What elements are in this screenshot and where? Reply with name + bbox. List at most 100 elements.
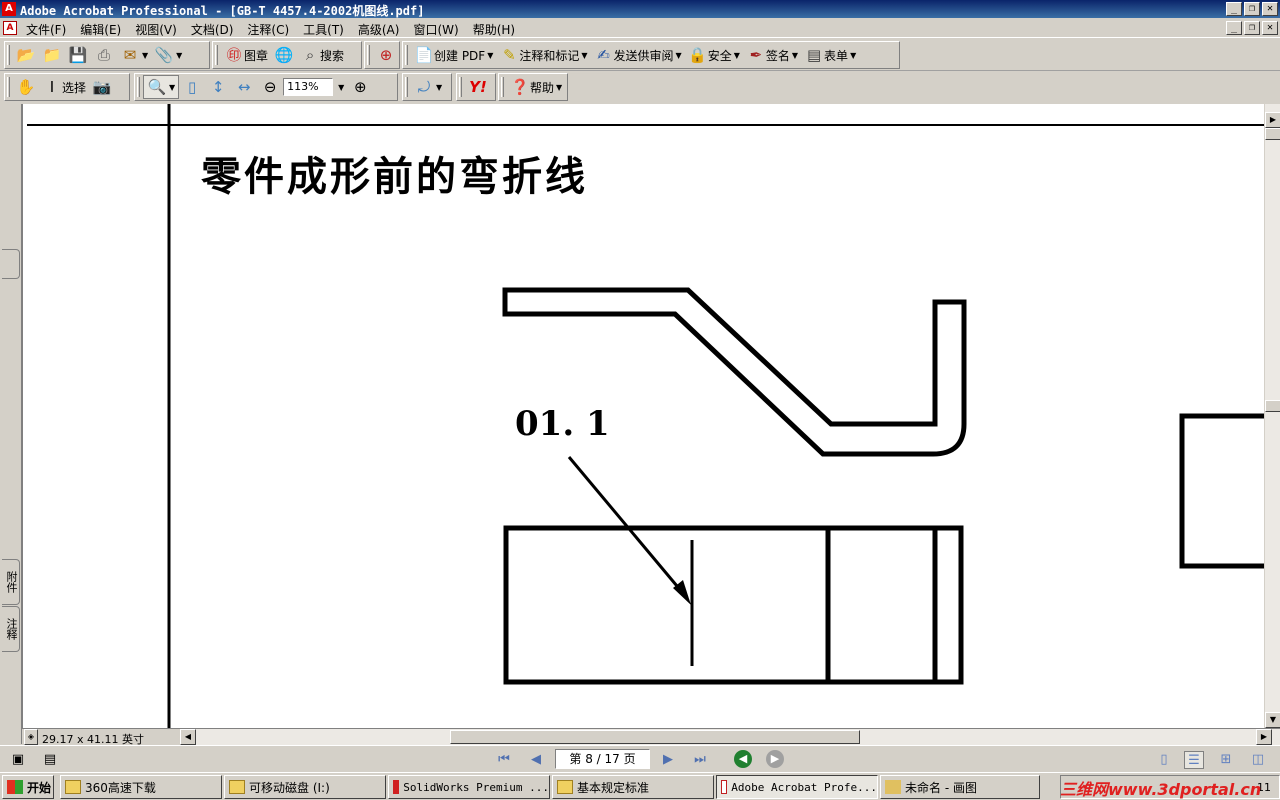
partial-figure	[1179, 413, 1264, 569]
doc-close-button[interactable]: ✕	[1262, 21, 1278, 35]
zoom-dropdown[interactable]: ▼	[333, 75, 347, 99]
fit-width-button[interactable]: ↔	[231, 75, 257, 99]
task-solidworks[interactable]: SolidWorks Premium ...	[388, 775, 550, 799]
close-button[interactable]: ✕	[1262, 2, 1278, 16]
scroll-down-icon[interactable]: ▼	[1265, 712, 1280, 728]
chevron-down-icon: ▼	[733, 50, 740, 60]
print-button[interactable]: ⎙	[91, 43, 117, 67]
doc-restore-button[interactable]: ❐	[1244, 21, 1260, 35]
back-icon[interactable]: ◀	[734, 750, 752, 768]
horizontal-scrollbar[interactable]: ◀ ▶	[180, 729, 1280, 745]
open-button[interactable]: 📂	[13, 43, 39, 67]
menu-help[interactable]: 帮助(H)	[473, 21, 522, 38]
hand-tool-button[interactable]: ✋	[13, 75, 39, 99]
web-button[interactable]: 🌐	[271, 43, 297, 67]
email-icon: ✉	[123, 46, 137, 64]
folder-icon	[229, 780, 245, 794]
facing-icon[interactable]: ⊞	[1216, 751, 1236, 769]
task-paint[interactable]: 未命名 - 画图	[880, 775, 1040, 799]
menu-file[interactable]: 文件(F)	[26, 21, 73, 38]
adobe-online-button[interactable]: ⊕	[373, 43, 399, 67]
zoom-in-button[interactable]: ⊕	[347, 75, 373, 99]
tasks-toolbar: 📄 创建 PDF ▼ ✎ 注释和标记 ▼ ✍ 发送供审阅 ▼ 🔒 安全 ▼ ✒ 签名 ▼ ▤ 表单 ▼	[402, 41, 900, 69]
menu-tools[interactable]: 工具(T)	[303, 21, 351, 38]
page-number-field[interactable]: 第 8 / 17 页	[555, 749, 650, 769]
select-tool-button[interactable]: Ⅰ 选择	[39, 75, 89, 99]
zoom-in-tool-button[interactable]: 🔍 ▼	[143, 75, 180, 99]
scroll-right-icon[interactable]: ▶	[1265, 112, 1280, 128]
chevron-down-icon: ▼	[556, 82, 563, 92]
task-360-download[interactable]: 360高速下载	[60, 775, 222, 799]
actual-size-button[interactable]: ▯	[179, 75, 205, 99]
toolbar-grip[interactable]	[501, 77, 504, 97]
toolbar-grip[interactable]	[7, 77, 10, 97]
toolbar-grip[interactable]	[137, 77, 140, 97]
toolbar-grip[interactable]	[367, 45, 370, 65]
prev-page-icon[interactable]: ◀	[526, 751, 546, 769]
zoom-out-button[interactable]: ⊖	[257, 75, 283, 99]
rotate-button[interactable]: ⤾ ▼	[411, 75, 445, 99]
help-button[interactable]: ❓ 帮助 ▼	[507, 75, 565, 99]
toolbar-grip[interactable]	[215, 45, 218, 65]
search-button[interactable]: ⌕ 搜索	[297, 43, 347, 67]
nav-tab-pages[interactable]	[2, 249, 20, 279]
sign-label: 签名	[765, 48, 790, 63]
yahoo-button[interactable]: Y!	[465, 75, 491, 99]
chevron-down-icon: ▼	[436, 82, 443, 92]
toolbar-grip[interactable]	[405, 45, 408, 65]
start-button[interactable]: 开始	[2, 775, 54, 799]
menu-document[interactable]: 文档(D)	[191, 21, 241, 38]
restore-button[interactable]: ❐	[1244, 2, 1260, 16]
scroll-left-icon[interactable]: ◀	[180, 729, 196, 745]
send-review-button[interactable]: ✍ 发送供审阅 ▼	[591, 43, 685, 67]
zoom-toolbar: 🔍 ▼ ▯ ↕ ↔ ⊖ 113% ▼ ⊕	[134, 73, 398, 101]
sign-button[interactable]: ✒ 签名 ▼	[743, 43, 801, 67]
doc-minimize-button[interactable]: _	[1226, 21, 1242, 35]
task-acrobat[interactable]: Adobe Acrobat Profe...	[716, 775, 878, 799]
chevron-down-icon: ▼	[581, 50, 588, 60]
minimize-button[interactable]: _	[1226, 2, 1242, 16]
email-button[interactable]: ✉ ▼	[117, 43, 151, 67]
save-button[interactable]: 💾	[65, 43, 91, 67]
layout-icon[interactable]: ▤	[40, 751, 60, 769]
stamp-button[interactable]: ㊞图章	[221, 43, 271, 67]
single-page-icon[interactable]: ▯	[1154, 751, 1174, 769]
last-page-icon[interactable]: ⏭	[690, 751, 710, 769]
expand-icon[interactable]: ◈	[24, 729, 38, 745]
horizontal-scroll-thumb[interactable]	[450, 730, 860, 744]
menu-edit[interactable]: 编辑(E)	[80, 21, 128, 38]
nav-tab-comments[interactable]: 注释	[2, 606, 20, 652]
document-icon[interactable]: A	[3, 21, 17, 35]
task-removable-disk[interactable]: 可移动磁盘 (I:)	[224, 775, 386, 799]
next-page-icon[interactable]: ▶	[658, 751, 678, 769]
attach-button[interactable]: 📎 ▼	[151, 43, 185, 67]
menu-view[interactable]: 视图(V)	[135, 21, 184, 38]
document-view[interactable]: 零件成形前的弯折线 01. 1	[22, 104, 1264, 728]
forms-button[interactable]: ▤ 表单 ▼	[801, 43, 859, 67]
layout-icon[interactable]: ▣	[8, 751, 28, 769]
continuous-icon[interactable]: ☰	[1184, 751, 1204, 769]
security-button[interactable]: 🔒 安全 ▼	[685, 43, 743, 67]
zoom-input[interactable]: 113%	[283, 78, 334, 96]
split-handle[interactable]	[1265, 128, 1280, 140]
task-basic-standards[interactable]: 基本规定标准	[552, 775, 714, 799]
fit-page-button[interactable]: ↕	[205, 75, 231, 99]
menu-advanced[interactable]: 高级(A)	[358, 21, 407, 38]
continuous-facing-icon[interactable]: ◫	[1248, 751, 1268, 769]
vertical-scrollbar[interactable]: ▶ ▼	[1264, 104, 1280, 728]
paint-icon	[885, 780, 901, 794]
organizer-button[interactable]: 📁	[39, 43, 65, 67]
scroll-thumb[interactable]	[1265, 400, 1280, 412]
menu-comments[interactable]: 注释(C)	[247, 21, 296, 38]
snapshot-button[interactable]: 📷	[89, 75, 115, 99]
menu-window[interactable]: 窗口(W)	[413, 21, 465, 38]
comment-markup-button[interactable]: ✎ 注释和标记 ▼	[496, 43, 590, 67]
forward-icon[interactable]: ▶	[766, 750, 784, 768]
toolbar-grip[interactable]	[7, 45, 10, 65]
toolbar-grip[interactable]	[459, 77, 462, 97]
nav-tab-attachments[interactable]: 附件	[2, 559, 20, 605]
scroll-right-icon[interactable]: ▶	[1256, 729, 1272, 745]
create-pdf-button[interactable]: 📄 创建 PDF ▼	[411, 43, 496, 67]
first-page-icon[interactable]: ⏮	[494, 751, 514, 769]
toolbar-grip[interactable]	[405, 77, 408, 97]
